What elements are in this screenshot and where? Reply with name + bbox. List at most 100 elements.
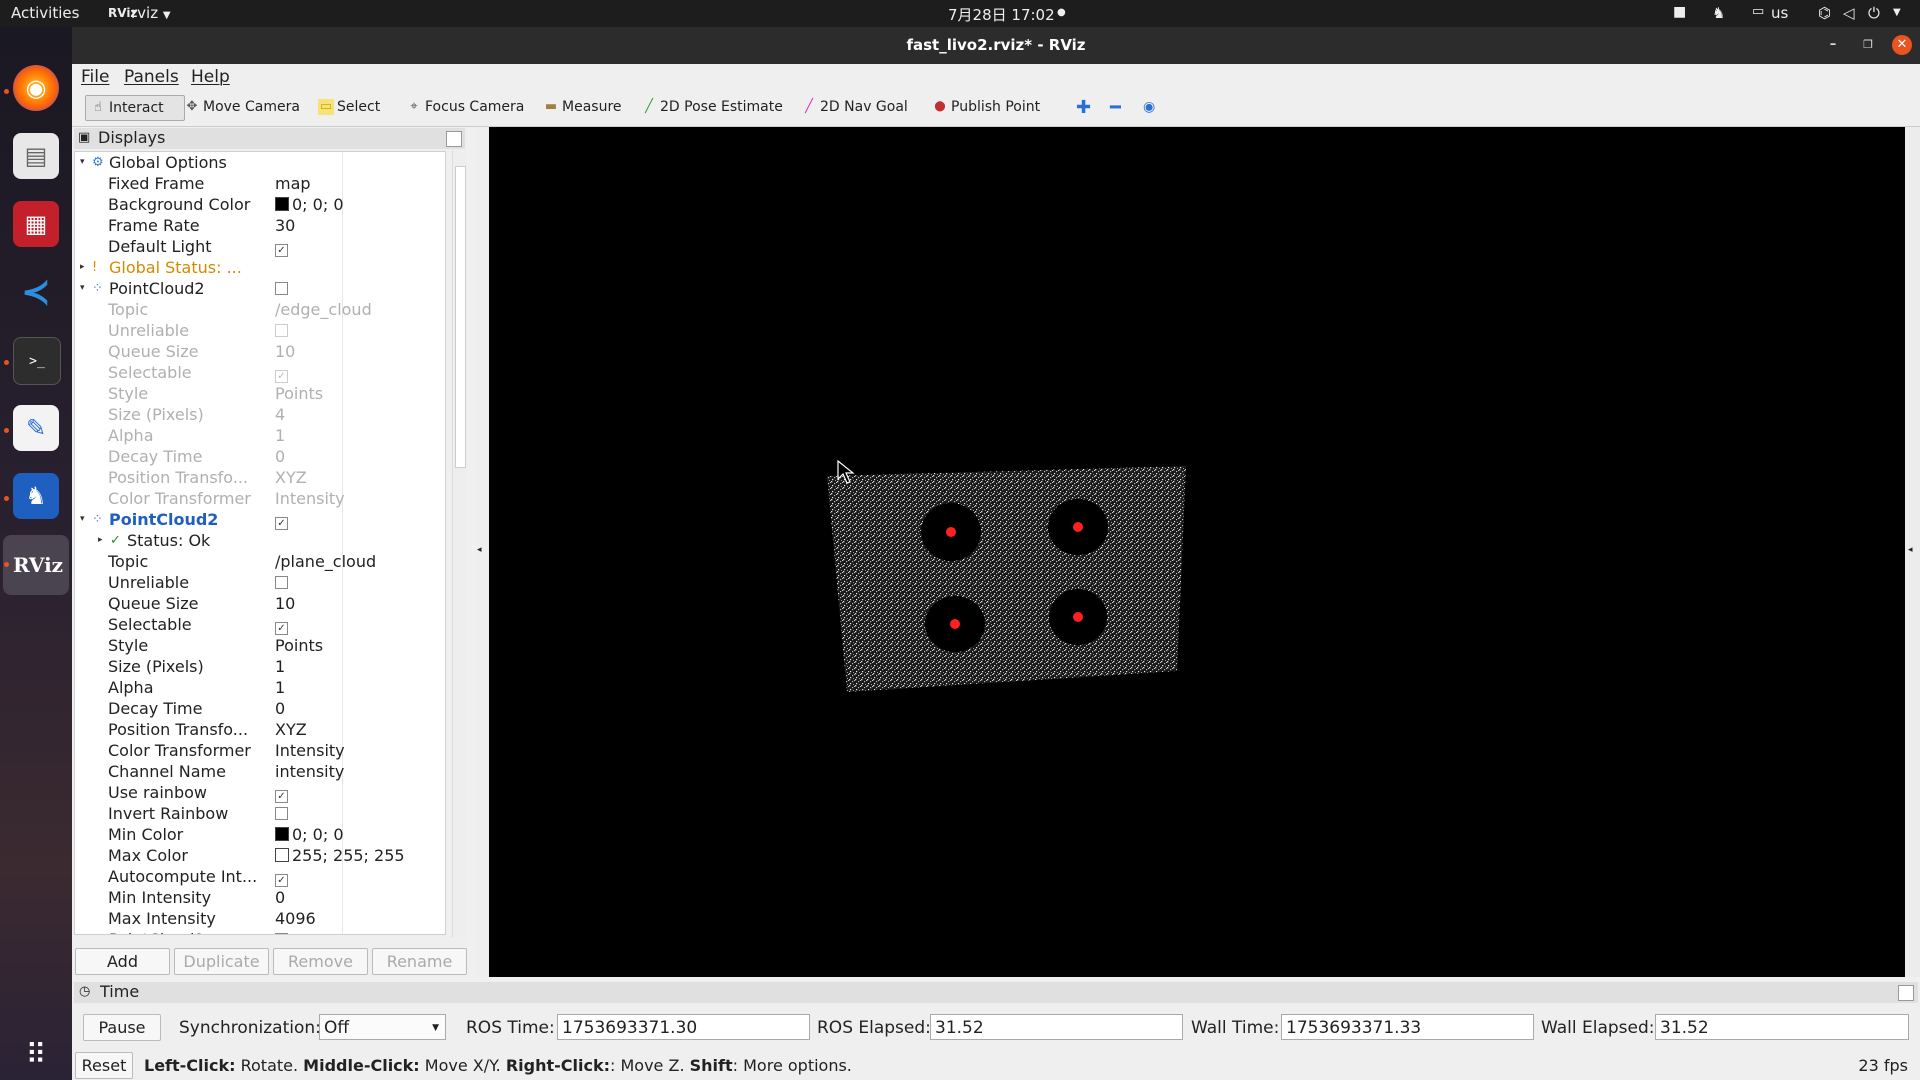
tree-row[interactable]: Size (Pixels) 1 <box>75 656 445 677</box>
menu-help[interactable]: Help <box>191 67 230 87</box>
property-value[interactable]: 255; 255; 255 <box>275 845 445 866</box>
clock[interactable]: 7月28日 17:02 <box>948 4 1055 25</box>
property-value[interactable] <box>275 278 445 299</box>
checkbox[interactable] <box>275 807 288 820</box>
tool-measure[interactable]: ▬ Measure <box>539 95 626 119</box>
tree-row[interactable]: Selectable ✓ <box>75 362 445 383</box>
remove-button[interactable]: Remove <box>273 948 368 975</box>
tool-select[interactable]: ▭ Select <box>314 95 384 119</box>
checkbox[interactable]: ✓ <box>275 244 288 257</box>
tree-row[interactable]: Decay Time 0 <box>75 446 445 467</box>
tree-row[interactable]: Queue Size 10 <box>75 341 445 362</box>
property-value[interactable]: ✓ <box>275 866 445 887</box>
menu-file[interactable]: File <box>81 67 109 87</box>
property-value[interactable]: ✓ <box>275 614 445 635</box>
property-value[interactable]: 0; 0; 0 <box>275 824 445 845</box>
property-value[interactable]: 10 <box>275 341 445 362</box>
checkbox[interactable]: ✓ <box>275 370 288 383</box>
collapse-right-icon[interactable]: ◂ <box>1908 545 1913 555</box>
tree-row[interactable]: ▾ ⁘ PointCloud2 ✓ <box>75 509 445 530</box>
expand-right-icon[interactable]: ▸ <box>80 929 90 934</box>
checkbox[interactable] <box>275 282 288 295</box>
tree-row[interactable]: Size (Pixels) 4 <box>75 404 445 425</box>
property-value[interactable]: 4096 <box>275 908 445 929</box>
property-value[interactable]: intensity <box>275 761 445 782</box>
property-value[interactable]: 0 <box>275 698 445 719</box>
sync-select[interactable]: Off ▼ <box>319 1014 446 1040</box>
system-menu-chevron-icon[interactable]: ▼ <box>1893 7 1901 18</box>
property-value[interactable]: 10 <box>275 593 445 614</box>
tree-row[interactable]: Min Color 0; 0; 0 <box>75 824 445 845</box>
tool-publish-point[interactable]: ⬤ Publish Point <box>928 95 1044 119</box>
property-value[interactable]: 0 <box>275 887 445 908</box>
checkbox[interactable] <box>275 324 288 337</box>
panel-splitter[interactable]: ◂ <box>475 127 489 977</box>
tree-row[interactable]: Color Transformer Intensity <box>75 740 445 761</box>
property-value[interactable]: /edge_cloud <box>275 299 445 320</box>
tool-interact[interactable]: ☝ Interact <box>85 95 185 121</box>
expand-right-icon[interactable]: ▸ <box>80 257 90 278</box>
tree-row[interactable]: Background Color 0; 0; 0 <box>75 194 445 215</box>
tree-row[interactable]: Topic/edge_cloud <box>75 299 445 320</box>
ros-elapsed-field[interactable]: 31.52 <box>930 1014 1183 1040</box>
tree-row[interactable]: Frame Rate 30 <box>75 215 445 236</box>
property-value[interactable]: XYZ <box>275 719 445 740</box>
remove-tool-icon[interactable]: ━ <box>1106 95 1125 119</box>
tree-row[interactable]: Invert Rainbow <box>75 803 445 824</box>
tree-row[interactable]: Fixed Frame map <box>75 173 445 194</box>
tree-row[interactable]: Decay Time 0 <box>75 698 445 719</box>
tree-row[interactable]: Max Intensity 4096 <box>75 908 445 929</box>
property-value[interactable]: 1 <box>275 677 445 698</box>
wall-elapsed-field[interactable]: 31.52 <box>1655 1014 1909 1040</box>
checkbox[interactable] <box>275 576 288 589</box>
activities-button[interactable]: Activities <box>11 4 79 22</box>
property-value[interactable]: Intensity <box>275 740 445 761</box>
firefox-icon[interactable]: ◉ <box>13 65 59 111</box>
panel-float-button[interactable] <box>1898 985 1914 1001</box>
tree-row[interactable]: Autocompute Int... ✓ <box>75 866 445 887</box>
restore-icon[interactable]: ❐ <box>1858 35 1878 55</box>
app-grid-icon[interactable]: ⠿ <box>13 1031 59 1077</box>
property-value[interactable]: 0 <box>275 446 445 467</box>
tree-row[interactable]: Topic/plane_cloud <box>75 551 445 572</box>
checkbox[interactable]: ✓ <box>275 517 288 530</box>
tree-row[interactable]: Max Color 255; 255; 255 <box>75 845 445 866</box>
property-value[interactable]: 4 <box>275 404 445 425</box>
property-value[interactable]: 0; 0; 0 <box>275 194 445 215</box>
tree-row[interactable]: ▾ ⚙ Global Options <box>75 152 445 173</box>
keyboard-layout[interactable]: us <box>1771 4 1788 22</box>
panel-float-button[interactable] <box>446 131 462 147</box>
property-value[interactable] <box>275 320 445 341</box>
tool-2d-pose-estimate[interactable]: ╱ 2D Pose Estimate <box>637 95 787 119</box>
checkbox[interactable] <box>275 933 288 934</box>
menu-panels[interactable]: Panels <box>124 67 179 87</box>
add-tool-icon[interactable]: ✚ <box>1072 95 1095 119</box>
tool-focus-camera[interactable]: ⌖ Focus Camera <box>402 95 528 119</box>
property-value[interactable] <box>275 803 445 824</box>
property-value[interactable]: 1 <box>275 425 445 446</box>
tree-row[interactable]: Queue Size 10 <box>75 593 445 614</box>
tree-row[interactable]: ▸⁘PointCloud2 <box>75 929 445 934</box>
text-editor-icon[interactable]: ✎ <box>13 405 59 451</box>
tree-row[interactable]: Unreliable <box>75 572 445 593</box>
property-value[interactable]: ✓ <box>275 362 445 383</box>
property-value[interactable]: /plane_cloud <box>275 551 445 572</box>
tree-row[interactable]: Min Intensity 0 <box>75 887 445 908</box>
tree-row[interactable]: Selectable ✓ <box>75 614 445 635</box>
property-value[interactable]: map <box>275 173 445 194</box>
minimize-icon[interactable]: – <box>1823 35 1843 55</box>
rename-button[interactable]: Rename <box>372 948 467 975</box>
tree-row[interactable]: Position Transfo... XYZ <box>75 719 445 740</box>
close-icon[interactable]: ✕ <box>1892 35 1912 55</box>
expand-right-icon[interactable]: ▸ <box>98 530 108 551</box>
wall-time-field[interactable]: 1753693371.33 <box>1281 1014 1534 1040</box>
collapse-left-icon[interactable]: ◂ <box>477 545 482 555</box>
checkbox[interactable]: ✓ <box>275 790 288 803</box>
reset-button[interactable]: Reset <box>75 1052 133 1079</box>
tree-row[interactable]: Alpha 1 <box>75 677 445 698</box>
vscode-icon[interactable]: ≺ <box>13 269 59 315</box>
tree-row[interactable]: Color Transformer Intensity <box>75 488 445 509</box>
property-value[interactable]: Intensity <box>275 488 445 509</box>
right-panel-collapser[interactable]: ◂ <box>1905 127 1920 977</box>
property-value[interactable]: Points <box>275 635 445 656</box>
